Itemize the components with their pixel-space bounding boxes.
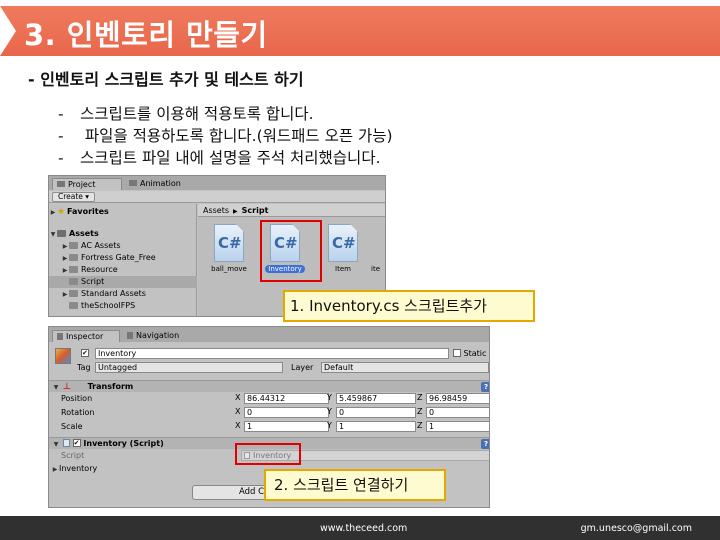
csharp-script-icon: C# bbox=[328, 224, 358, 262]
position-z-field[interactable]: 96.98459 bbox=[426, 393, 489, 404]
highlight-box bbox=[235, 443, 301, 465]
folder-icon bbox=[69, 290, 78, 297]
scale-y-field[interactable]: 1 bbox=[336, 421, 416, 432]
static-toggle[interactable]: Static bbox=[453, 348, 489, 360]
script-label: Script bbox=[61, 451, 85, 460]
breadcrumb-separator-icon: ▶ bbox=[233, 208, 238, 215]
tree-item-folder[interactable]: theSchoolFPS bbox=[49, 300, 197, 312]
bullet-item: - 파일을 적용하도록 합니다.(워드패드 오픈 가능) bbox=[58, 127, 393, 145]
tab-inspector[interactable]: Inspector bbox=[52, 330, 120, 342]
script-component-icon bbox=[62, 439, 70, 447]
breadcrumb: Assets ▶ Script bbox=[198, 204, 385, 217]
active-checkbox-row bbox=[81, 347, 89, 360]
object-name-field[interactable]: Inventory bbox=[95, 348, 449, 359]
tree-item-assets[interactable]: ▼ Assets bbox=[49, 228, 197, 240]
create-button[interactable]: Create ▾ bbox=[52, 192, 96, 202]
z-axis-label: Z bbox=[417, 421, 423, 430]
help-icon[interactable]: ? bbox=[481, 382, 489, 392]
slide-title: 3. 인벤토리 만들기 bbox=[24, 18, 268, 52]
inventory-field-row[interactable]: ▶ Inventory bbox=[51, 463, 151, 475]
layer-label: Layer bbox=[291, 363, 314, 372]
position-y-field[interactable]: 5.459867 bbox=[336, 393, 416, 404]
tag-dropdown[interactable]: Untagged bbox=[95, 362, 283, 373]
highlight-box bbox=[260, 220, 322, 282]
tag-label: Tag bbox=[77, 363, 91, 372]
help-icon[interactable]: ? bbox=[481, 439, 489, 449]
tree-item-folder[interactable]: ▶ AC Assets bbox=[49, 240, 197, 252]
rotation-y-field[interactable]: 0 bbox=[336, 407, 416, 418]
position-x-field[interactable]: 86.44312 bbox=[244, 393, 329, 404]
file-partial[interactable]: ite bbox=[368, 224, 385, 273]
position-label: Position bbox=[61, 394, 93, 403]
y-axis-label: Y bbox=[327, 407, 332, 416]
bullet-list: - 스크립트를 이용해 적용토록 합니다. - 파일을 적용하도록 합니다.(워드… bbox=[58, 103, 393, 169]
y-axis-label: Y bbox=[327, 393, 332, 402]
footer-email: gm.unesco@gmail.com bbox=[580, 523, 692, 534]
folder-icon bbox=[69, 266, 78, 273]
project-tab-icon bbox=[57, 181, 65, 187]
footer-website: www.theceed.com bbox=[320, 523, 408, 534]
scale-x-field[interactable]: 1 bbox=[244, 421, 329, 432]
expand-triangle-icon[interactable]: ▶ bbox=[51, 464, 59, 476]
static-checkbox[interactable] bbox=[453, 349, 461, 357]
rotation-x-field[interactable]: 0 bbox=[244, 407, 329, 418]
z-axis-label: Z bbox=[417, 407, 423, 416]
tree-item-folder[interactable]: ▶ Standard Assets bbox=[49, 288, 197, 300]
slide-subtitle: - 인벤토리 스크립트 추가 및 테스트 하기 bbox=[28, 70, 304, 89]
inspector-tab-icon bbox=[57, 333, 63, 340]
tab-project[interactable]: Project bbox=[52, 178, 122, 190]
project-toolbar: Create ▾ bbox=[49, 191, 385, 203]
collapse-triangle-icon[interactable]: ▼ bbox=[52, 382, 60, 394]
x-axis-label: X bbox=[235, 407, 241, 416]
active-checkbox[interactable] bbox=[81, 347, 89, 359]
footer-bar: www.theceed.com gm.unesco@gmail.com bbox=[0, 516, 720, 540]
callout-connect-script: 2. 스크립트 연결하기 bbox=[264, 469, 446, 501]
file-item[interactable]: C# Item bbox=[318, 224, 368, 273]
navigation-tab-icon bbox=[127, 332, 133, 339]
breadcrumb-script[interactable]: Script bbox=[242, 206, 269, 215]
folder-tree: ▶ ★ Favorites ▼ Assets ▶ AC Assets ▶ Fortress… bbox=[49, 204, 197, 316]
tree-item-script-selected[interactable]: Script bbox=[49, 276, 197, 288]
folder-icon bbox=[69, 242, 78, 249]
star-icon: ★ bbox=[57, 207, 66, 217]
folder-icon bbox=[69, 254, 78, 261]
folder-icon bbox=[69, 278, 78, 285]
title-fold-decoration bbox=[0, 6, 16, 56]
tab-navigation[interactable]: Navigation bbox=[123, 330, 183, 342]
tree-item-folder[interactable]: ▶ Resource bbox=[49, 264, 197, 276]
x-axis-label: X bbox=[235, 393, 241, 402]
tree-item-favorites[interactable]: ▶ ★ Favorites bbox=[49, 206, 197, 218]
transform-axes-icon: ⊥ bbox=[62, 382, 72, 392]
transform-header[interactable]: ▼ ⊥ Transform ? bbox=[49, 380, 489, 392]
collapse-triangle-icon[interactable]: ▼ bbox=[52, 439, 60, 451]
folder-icon bbox=[57, 230, 66, 237]
breadcrumb-assets[interactable]: Assets bbox=[203, 206, 229, 215]
project-tabbar: Project Animation bbox=[49, 176, 385, 190]
scale-z-field[interactable]: 1 bbox=[426, 421, 489, 432]
csharp-script-icon: C# bbox=[214, 224, 244, 262]
inspector-tabbar: Inspector Navigation bbox=[49, 327, 489, 342]
gameobject-cube-icon bbox=[55, 348, 71, 364]
folder-icon bbox=[69, 302, 78, 309]
file-ball-move[interactable]: C# ball_move bbox=[204, 224, 254, 273]
z-axis-label: Z bbox=[417, 393, 423, 402]
callout-add-script: 1. Inventory.cs 스크립트추가 bbox=[283, 290, 535, 322]
tree-item-folder[interactable]: ▶ Fortress Gate_Free bbox=[49, 252, 197, 264]
rotation-label: Rotation bbox=[61, 408, 95, 417]
expand-triangle-icon[interactable]: ▶ bbox=[49, 207, 57, 219]
component-enabled-checkbox[interactable] bbox=[72, 437, 81, 449]
rotation-z-field[interactable]: 0 bbox=[426, 407, 489, 418]
bullet-item: - 스크립트 파일 내에 설명을 주석 처리했습니다. bbox=[58, 149, 381, 167]
tab-animation[interactable]: Animation bbox=[125, 178, 185, 190]
animation-tab-icon bbox=[129, 180, 137, 186]
layer-dropdown[interactable]: Default bbox=[321, 362, 489, 373]
bullet-item: - 스크립트를 이용해 적용토록 합니다. bbox=[58, 105, 314, 123]
y-axis-label: Y bbox=[327, 421, 332, 430]
scale-label: Scale bbox=[61, 422, 83, 431]
x-axis-label: X bbox=[235, 421, 241, 430]
